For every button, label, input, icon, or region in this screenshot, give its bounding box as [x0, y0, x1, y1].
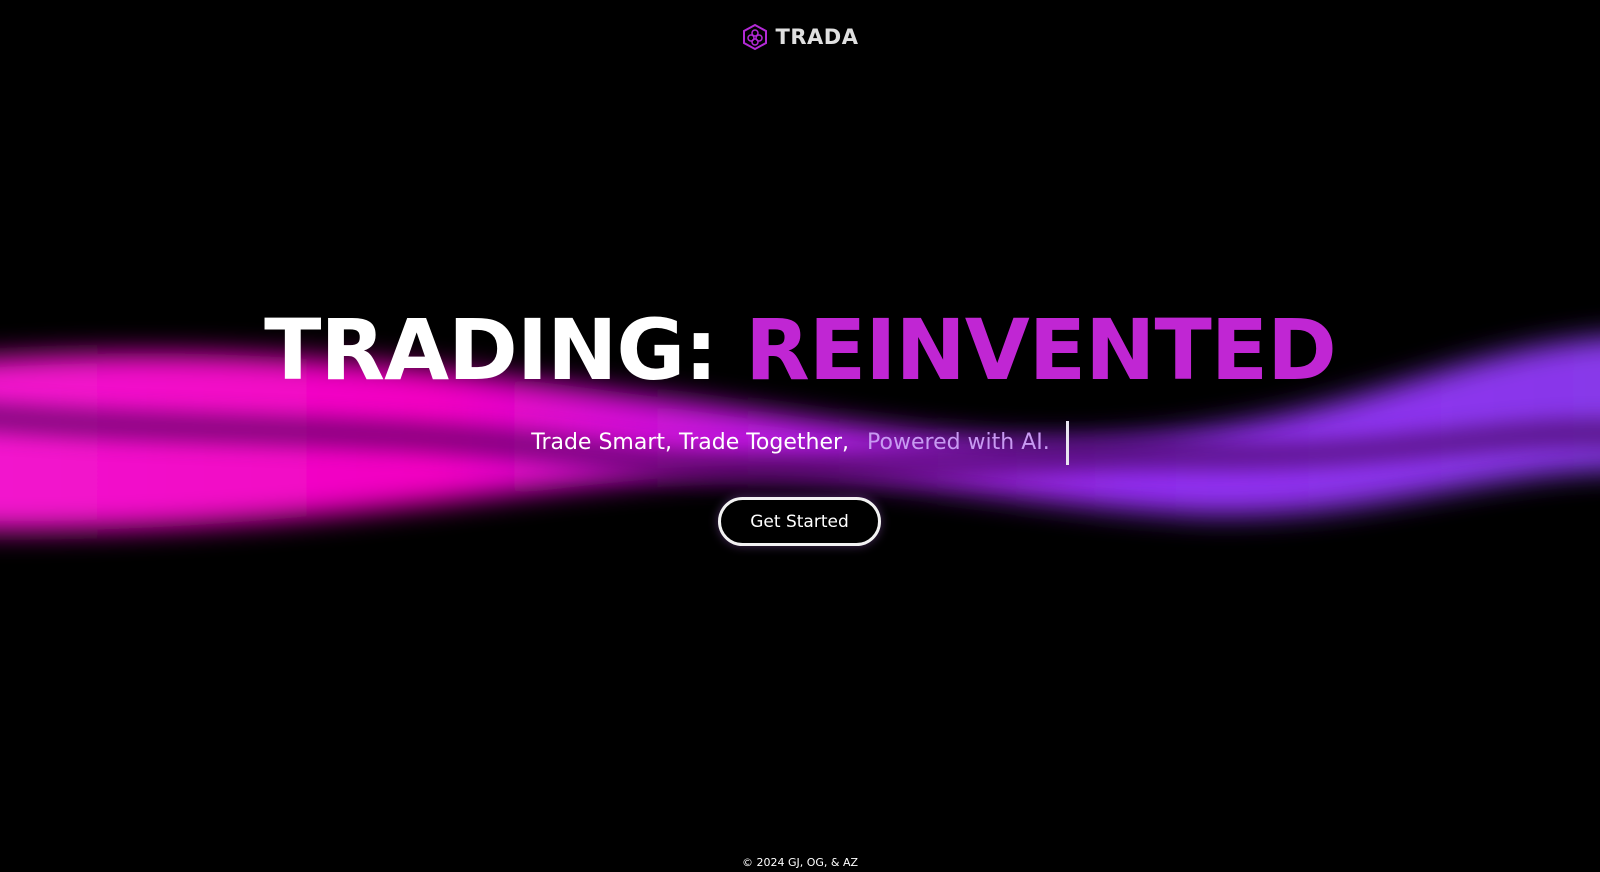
site-header: TRADA: [0, 20, 1600, 54]
tagline: Trade Smart, Trade Together, Powered wit…: [0, 421, 1600, 465]
landing-page: TRADA TRADING: REINVENTED Trade Smart, T…: [0, 0, 1600, 872]
hero-title: TRADING: REINVENTED: [0, 300, 1600, 400]
typing-caret: [1065, 421, 1069, 465]
tagline-static: Trade Smart, Trade Together,: [531, 430, 850, 455]
footer-copyright: © 2024 GJ, OG, & AZ: [741, 856, 859, 869]
brand-name[interactable]: TRADA: [776, 25, 859, 49]
hero-title-part2: REINVENTED: [745, 301, 1337, 399]
tagline-typed: Powered with AI.: [867, 430, 1050, 455]
get-started-button[interactable]: Get Started: [718, 497, 881, 546]
hexagon-flower-icon[interactable]: [742, 23, 768, 51]
hero-title-part1: TRADING:: [264, 301, 718, 399]
